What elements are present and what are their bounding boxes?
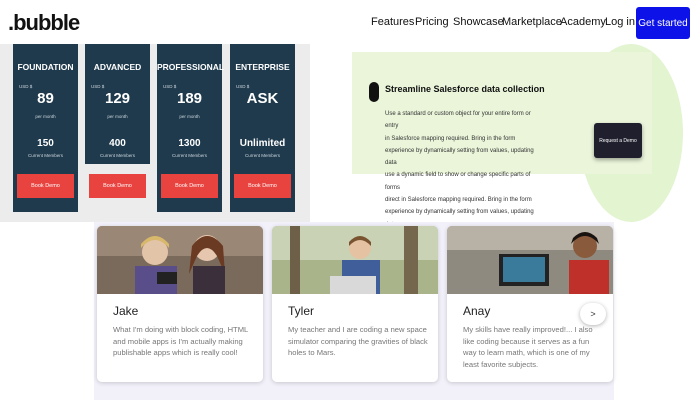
banner-title: Streamline Salesforce data collection xyxy=(385,84,545,94)
plan-users-label: Current Members xyxy=(171,153,207,158)
plan-users-label: Current Members xyxy=(27,153,63,158)
tyler-photo xyxy=(272,226,438,294)
testimonial-card-jake[interactable]: Jake What I'm doing with block coding, H… xyxy=(97,226,263,382)
testimonial-name: Jake xyxy=(113,304,139,318)
plan-users-label: Current Members xyxy=(244,153,280,158)
banner-description: Use a standard or custom object for your… xyxy=(385,108,535,231)
anay-photo xyxy=(447,226,613,294)
banner-line: experience by dynamically setting from v… xyxy=(385,147,534,167)
plan-period: per month xyxy=(179,114,200,119)
plan-period: per month xyxy=(107,114,128,119)
login-link[interactable]: Log in xyxy=(605,16,635,28)
plan-price: 129 xyxy=(104,90,131,107)
nav-showcase[interactable]: Showcase xyxy=(453,16,504,28)
plan-price: 89 xyxy=(37,90,54,107)
plan-card-foundation: FOUNDATION USD $ 89 per month 150 Curren… xyxy=(13,44,78,212)
plan-card-advanced: ADVANCED USD $ 129 per month 400 Current… xyxy=(85,44,150,164)
top-navbar: .bubble Features Pricing Showcase Market… xyxy=(0,0,700,44)
plan-users: 1300 xyxy=(178,138,201,149)
nav-academy[interactable]: Academy xyxy=(560,16,606,28)
plan-price: 189 xyxy=(176,90,203,107)
testimonial-name: Anay xyxy=(463,304,491,318)
plan-card-enterprise: ENTERPRISE USD $ ASK Unlimited Current M… xyxy=(230,44,295,212)
testimonial-quote: My teacher and I are coding a new space … xyxy=(288,325,428,358)
testimonial-name: Tyler xyxy=(288,304,315,318)
plan-price: ASK xyxy=(246,90,279,107)
plan-currency: USD $ xyxy=(236,84,250,89)
plan-name: ENTERPRISE xyxy=(235,62,290,72)
banner-line: direct in Salesforce mapping required. B… xyxy=(385,197,532,204)
plan-card-professional: PROFESSIONAL USD $ 189 per month 1300 Cu… xyxy=(157,44,225,212)
book-demo-button[interactable]: Book Demo xyxy=(234,174,291,198)
plan-currency: USD $ xyxy=(91,84,105,89)
testimonial-quote: What I'm doing with block coding, HTML a… xyxy=(113,325,248,358)
book-demo-button[interactable]: Book Demo xyxy=(89,174,146,198)
bubble-logo[interactable]: .bubble xyxy=(8,10,80,36)
plan-currency: USD $ xyxy=(163,84,177,89)
testimonial-card-tyler[interactable]: Tyler My teacher and I are coding a new … xyxy=(272,226,438,382)
plan-name: ADVANCED xyxy=(93,62,142,72)
banner-line: in Salesforce mapping required. Bring in… xyxy=(385,135,516,142)
plan-users-label: Current Members xyxy=(99,153,135,158)
plan-users: 400 xyxy=(109,138,126,149)
book-demo-button[interactable]: Book Demo xyxy=(161,174,218,198)
plan-users: Unlimited xyxy=(239,138,286,149)
nav-features[interactable]: Features xyxy=(371,16,414,28)
pricing-panel: FOUNDATION USD $ 89 per month 150 Curren… xyxy=(0,44,310,222)
request-demo-button[interactable]: Request a Demo xyxy=(594,123,642,158)
banner-line: Use a standard or custom object for your… xyxy=(385,111,531,130)
book-demo-button[interactable]: Book Demo xyxy=(17,174,74,198)
nav-pricing[interactable]: Pricing xyxy=(415,16,449,28)
carousel-next-button[interactable]: > xyxy=(580,303,606,325)
banner-line: use a dynamic field to show or change sp… xyxy=(385,172,531,191)
plan-users: 150 xyxy=(37,138,54,149)
plan-name: PROFESSIONAL xyxy=(157,62,225,72)
nav-marketplace[interactable]: Marketplace xyxy=(502,16,562,28)
jake-photo xyxy=(97,226,263,294)
plan-currency: USD $ xyxy=(19,84,33,89)
plan-name: FOUNDATION xyxy=(17,62,74,72)
plan-period: per month xyxy=(35,114,56,119)
get-started-button[interactable]: Get started xyxy=(636,7,690,39)
salesforce-badge-icon xyxy=(369,82,379,102)
testimonial-quote: My skills have really improved!... I als… xyxy=(463,325,593,369)
